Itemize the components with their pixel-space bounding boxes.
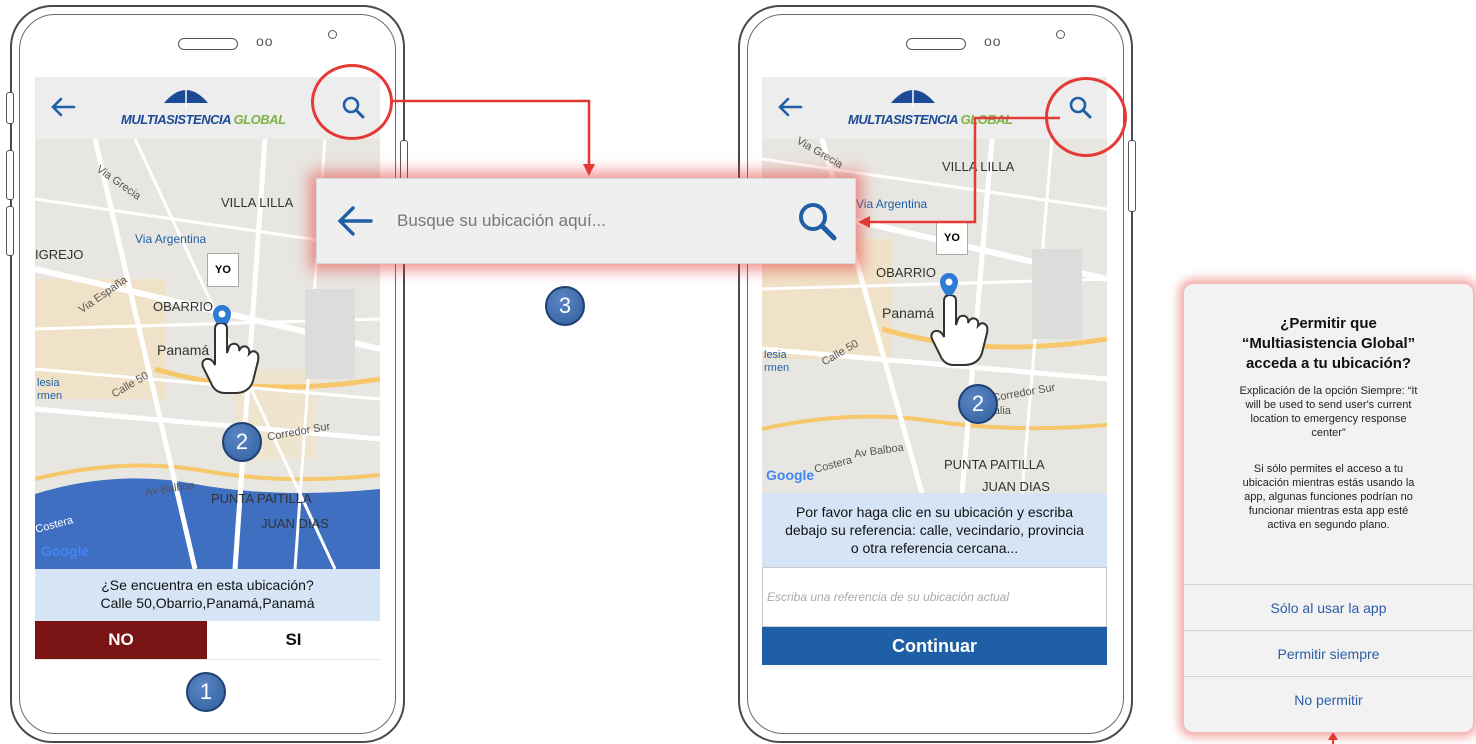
- phone-sensor-dots: oo: [984, 33, 1002, 49]
- hand-pointer-icon: [930, 295, 989, 366]
- phone-sensor-dots: oo: [256, 33, 274, 49]
- search-bar-overlay: Busque su ubicación aquí...: [316, 178, 856, 264]
- location-search-input[interactable]: Busque su ubicación aquí...: [397, 211, 606, 231]
- dialog-note: Si sólo permites el acceso a tu ubicació…: [1242, 463, 1415, 531]
- instruction-line: o otra referencia cercana...: [850, 540, 1019, 556]
- location-permission-dialog: ¿Permitir que “Multiasistencia Global” a…: [1183, 283, 1474, 733]
- phone-speaker: [906, 38, 966, 50]
- instruction-line: Por favor haga clic en su ubicación y es…: [795, 504, 1074, 520]
- step-badge-3: 3: [545, 286, 585, 326]
- dialog-explanation: Explicación de la opción Siempre: “It wi…: [1239, 385, 1418, 439]
- deny-button[interactable]: No permitir: [1184, 676, 1473, 723]
- map-label-villa-lilla: VILLA LILLA: [221, 195, 294, 210]
- map-label-iglesia: lesia: [37, 377, 60, 389]
- reference-input[interactable]: Escriba una referencia de su ubicación a…: [762, 567, 1107, 627]
- screen-location-confirm: MULTIASISTENCIA GLOBAL Via Grecia VILLA …: [35, 77, 380, 660]
- location-question-panel: ¿Se encuentra en esta ubicación? Calle 5…: [35, 569, 380, 621]
- question-address: Calle 50,Obarrio,Panamá,Panamá: [100, 595, 315, 611]
- map-label-via-argentina: Via Argentina: [135, 232, 207, 246]
- back-arrow-icon[interactable]: [772, 89, 808, 125]
- map-label-grejo: IGREJO: [35, 247, 84, 262]
- back-arrow-icon[interactable]: [335, 201, 375, 241]
- screen-location-reference: MULTIASISTENCIA GLOBAL Via Grecia VILLA …: [762, 77, 1107, 665]
- step-badge-1: 1: [186, 672, 226, 712]
- umbrella-logo-icon: [891, 89, 935, 109]
- google-logo: Google: [41, 543, 90, 559]
- yo-marker-label: YO: [207, 253, 239, 287]
- map-label-punta-paitilla: PUNTA PAITILLA: [944, 457, 1045, 472]
- instruction-panel: Por favor haga clic en su ubicación y es…: [762, 493, 1107, 567]
- search-highlight-ring: [311, 64, 393, 140]
- no-button[interactable]: NO: [35, 621, 207, 659]
- map-label-obarrio: OBARRIO: [153, 299, 213, 314]
- allow-always-button[interactable]: Permitir siempre: [1184, 630, 1473, 677]
- hand-pointer-icon: [201, 323, 260, 394]
- app-logo: MULTIASISTENCIA GLOBAL: [848, 89, 1013, 127]
- map-label-juan-dias: JUAN DIAS: [982, 479, 1050, 494]
- map-label-via-argentina: Via Argentina: [856, 197, 928, 211]
- map-label-carmen: rmen: [37, 390, 63, 402]
- phone-side-button: [1128, 140, 1136, 212]
- search-icon[interactable]: [795, 199, 839, 243]
- continue-button[interactable]: Continuar: [762, 627, 1107, 665]
- map-label-iglesia: lesia: [764, 349, 787, 361]
- back-arrow-icon[interactable]: [45, 89, 81, 125]
- allow-while-using-button[interactable]: Sólo al usar la app: [1184, 584, 1473, 631]
- step-badge-2: 2: [958, 384, 998, 424]
- map-label-punta-paitilla: PUNTA PAITILLA: [211, 491, 312, 506]
- phone-speaker: [178, 38, 238, 50]
- si-button[interactable]: SI: [207, 621, 380, 659]
- dialog-title: ¿Permitir que “Multiasistencia Global” a…: [1241, 315, 1416, 372]
- map-label-villa-lilla: VILLA LILLA: [942, 159, 1015, 174]
- phone-side-button: [6, 150, 14, 200]
- app-logo: MULTIASISTENCIA GLOBAL: [121, 89, 286, 127]
- map-label-juan-dias: JUAN DIAS: [261, 516, 329, 531]
- instruction-line: debajo su referencia: calle, vecindario,…: [785, 522, 1084, 538]
- map-label-obarrio: OBARRIO: [876, 265, 936, 280]
- phone-side-button: [6, 206, 14, 256]
- question-text: ¿Se encuentra en esta ubicación?: [101, 577, 314, 593]
- phone-side-button: [6, 92, 14, 124]
- map-label-carmen: rmen: [764, 362, 790, 374]
- yo-marker-label: YO: [936, 221, 968, 255]
- phone-camera: [328, 30, 337, 39]
- map-label-panama: Panamá: [882, 305, 935, 321]
- umbrella-logo-icon: [164, 89, 208, 109]
- logo-text: MULTIASISTENCIA GLOBAL: [848, 112, 1013, 127]
- phone-camera: [1056, 30, 1065, 39]
- search-highlight-ring: [1045, 77, 1127, 157]
- logo-text: MULTIASISTENCIA GLOBAL: [121, 112, 286, 127]
- google-logo: Google: [766, 467, 815, 483]
- step-badge-2: 2: [222, 422, 262, 462]
